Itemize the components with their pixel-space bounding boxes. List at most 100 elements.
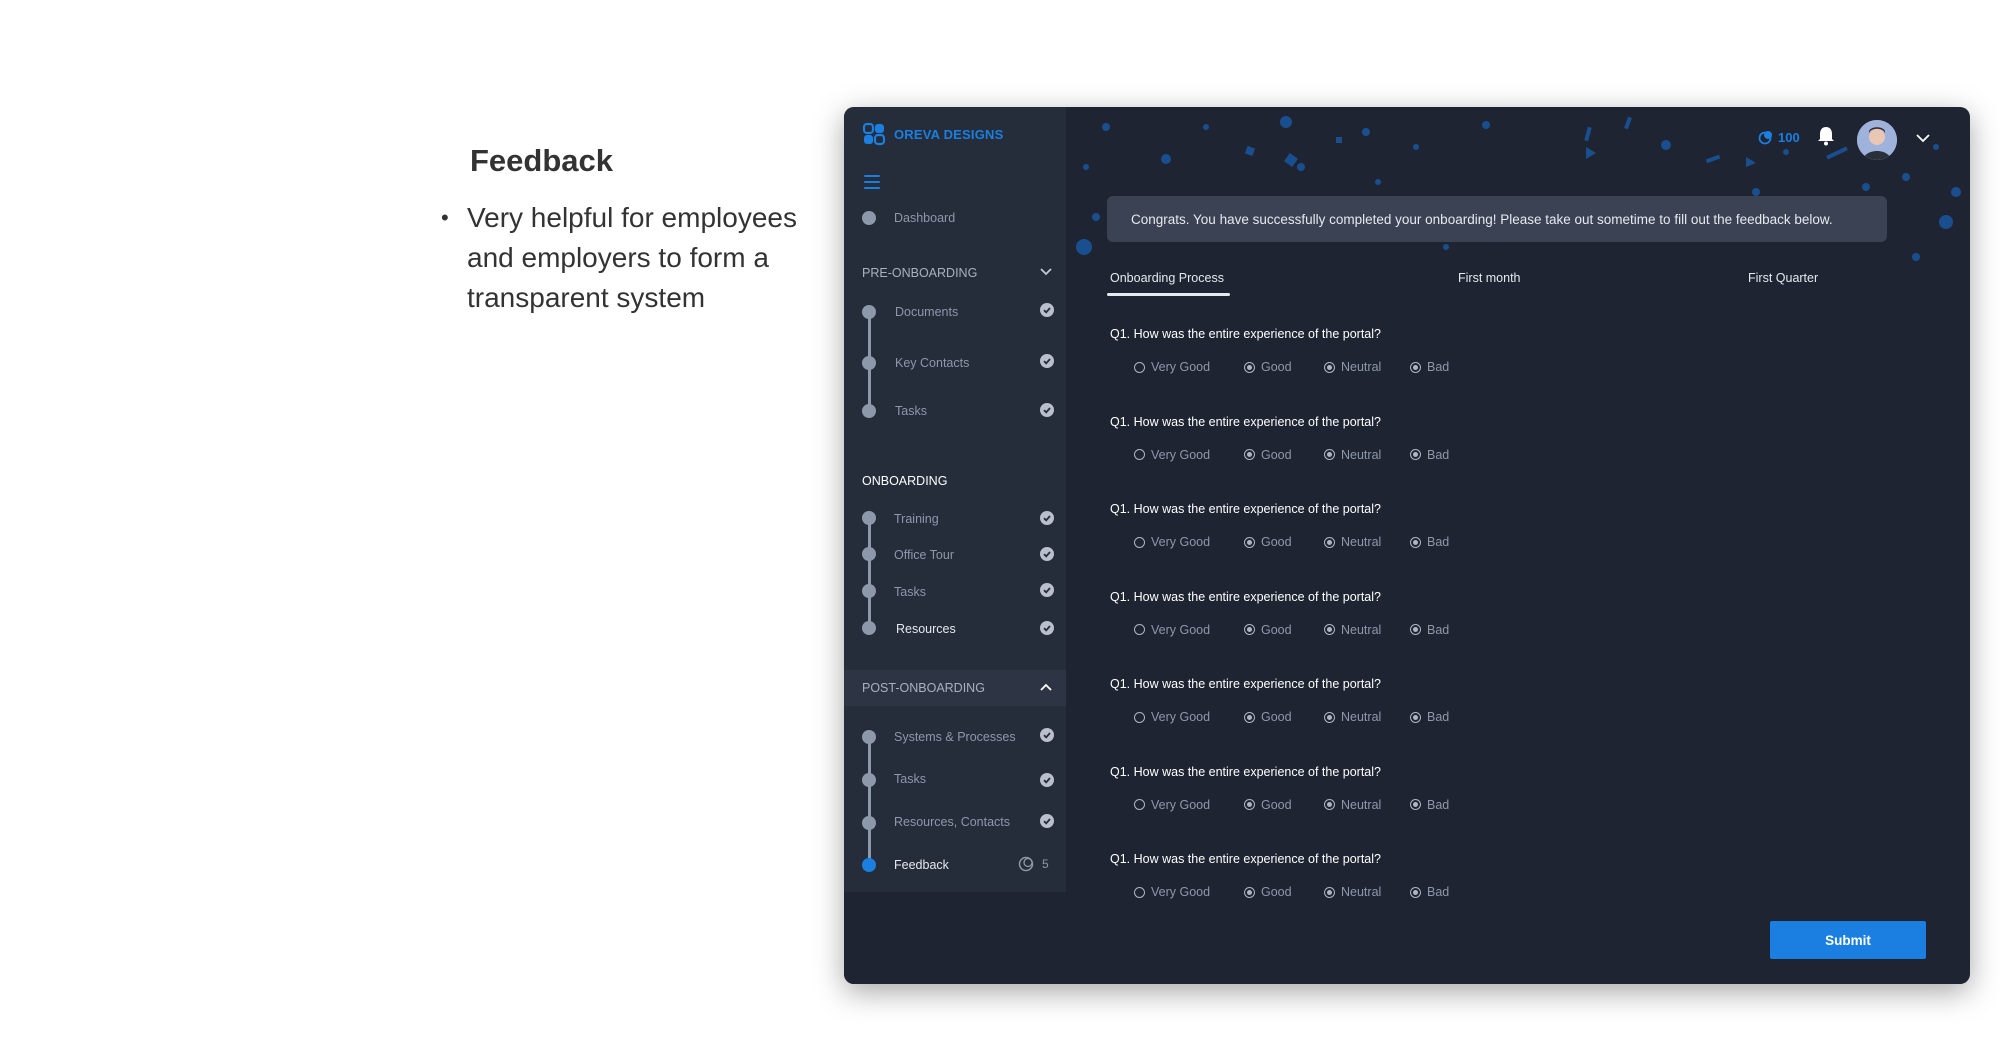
radio-button[interactable] (1324, 536, 1335, 548)
menu-icon[interactable] (864, 175, 880, 193)
radio-option[interactable]: Bad (1410, 360, 1449, 374)
radio-button[interactable] (1324, 361, 1335, 373)
radio-button[interactable] (1410, 449, 1421, 460)
radio-button[interactable] (1410, 886, 1421, 898)
coin-count: 100 (1778, 130, 1800, 145)
radio-option[interactable]: Good (1244, 710, 1292, 724)
radio-option[interactable]: Good (1244, 798, 1292, 812)
slide-bullet: • Very helpful for employees and employe… (441, 198, 821, 318)
timeline-dot (862, 621, 876, 635)
brand-logo[interactable]: OREVA DESIGNS (862, 122, 1004, 146)
section-post-onboarding[interactable]: POST-ONBOARDING (862, 681, 985, 695)
radio-button[interactable] (1244, 361, 1255, 373)
radio-button[interactable] (1134, 624, 1145, 635)
radio-label: Neutral (1341, 447, 1382, 462)
radio-option[interactable]: Very Good (1134, 360, 1210, 374)
sidebar-item-resources-contacts[interactable]: Resources, Contacts (894, 815, 1010, 829)
radio-button[interactable] (1244, 624, 1255, 635)
radio-button[interactable] (1410, 624, 1421, 635)
chevron-down-icon[interactable] (1040, 268, 1052, 276)
radio-button[interactable] (1410, 799, 1421, 810)
radio-button[interactable] (1410, 536, 1421, 548)
tab-onboarding-process[interactable]: Onboarding Process (1110, 271, 1224, 285)
radio-option[interactable]: Neutral (1324, 885, 1381, 899)
radio-label: Very Good (1151, 885, 1211, 899)
timeline-dot (862, 816, 876, 830)
radio-label: Good (1261, 885, 1292, 899)
submit-button[interactable]: Submit (1770, 921, 1926, 959)
radio-option[interactable]: Bad (1410, 535, 1449, 549)
avatar[interactable] (1857, 120, 1897, 160)
chevron-up-icon[interactable] (1040, 683, 1052, 691)
radio-button[interactable] (1134, 536, 1145, 548)
radio-button[interactable] (1324, 886, 1335, 898)
radio-option[interactable]: Very Good (1134, 448, 1210, 462)
radio-button[interactable] (1324, 711, 1335, 723)
sidebar-item-post-tasks[interactable]: Tasks (894, 772, 926, 786)
radio-option[interactable]: Neutral (1324, 448, 1381, 462)
radio-button[interactable] (1134, 886, 1145, 898)
radio-option[interactable]: Bad (1410, 623, 1449, 637)
radio-button[interactable] (1134, 711, 1145, 723)
sidebar-item-feedback[interactable]: Feedback (894, 858, 949, 872)
radio-option[interactable]: Bad (1410, 710, 1449, 724)
radio-button[interactable] (1244, 886, 1255, 898)
radio-button[interactable] (1244, 799, 1255, 810)
question-text: Q1. How was the entire experience of the… (1110, 327, 1381, 341)
radio-option[interactable]: Very Good (1134, 798, 1210, 812)
radio-option[interactable]: Neutral (1324, 623, 1381, 637)
radio-option[interactable]: Neutral (1324, 798, 1381, 812)
radio-button[interactable] (1244, 536, 1255, 548)
question-text: Q1. How was the entire experience of the… (1110, 677, 1381, 691)
radio-option[interactable]: Very Good (1134, 885, 1210, 899)
radio-label: Bad (1427, 885, 1450, 899)
radio-label: Neutral (1341, 535, 1382, 549)
radio-button[interactable] (1324, 449, 1335, 460)
sidebar-item-office-tour[interactable]: Office Tour (894, 548, 954, 562)
radio-button[interactable] (1134, 799, 1145, 810)
radio-label: Good (1261, 797, 1292, 812)
radio-option[interactable]: Neutral (1324, 535, 1381, 549)
tab-first-quarter[interactable]: First Quarter (1748, 271, 1818, 285)
radio-button[interactable] (1134, 361, 1145, 373)
radio-label: Good (1261, 622, 1292, 637)
radio-button[interactable] (1134, 449, 1145, 460)
sidebar-item-training[interactable]: Training (894, 512, 939, 526)
chevron-down-icon[interactable] (1916, 134, 1930, 143)
bell-icon[interactable] (1816, 125, 1836, 147)
coin-icon[interactable] (1758, 129, 1774, 145)
radio-option[interactable]: Very Good (1134, 535, 1210, 549)
sidebar-item-key-contacts[interactable]: Key Contacts (895, 356, 969, 370)
sidebar-item-dashboard[interactable]: Dashboard (894, 211, 955, 225)
radio-button[interactable] (1410, 361, 1421, 373)
check-icon (1040, 511, 1054, 525)
radio-option[interactable]: Good (1244, 623, 1292, 637)
radio-button[interactable] (1324, 624, 1335, 635)
radio-button[interactable] (1410, 711, 1421, 723)
radio-option[interactable]: Good (1244, 448, 1292, 462)
radio-option[interactable]: Very Good (1134, 623, 1210, 637)
radio-button[interactable] (1244, 711, 1255, 723)
sidebar-item-onboarding-tasks[interactable]: Tasks (894, 585, 926, 599)
radio-option[interactable]: Bad (1410, 448, 1449, 462)
tab-first-month[interactable]: First month (1458, 271, 1521, 285)
radio-option[interactable]: Good (1244, 360, 1292, 374)
radio-label: Good (1261, 710, 1292, 724)
sidebar-item-systems-processes[interactable]: Systems & Processes (894, 730, 1016, 744)
sidebar-item-pre-tasks[interactable]: Tasks (895, 404, 927, 418)
radio-option[interactable]: Neutral (1324, 360, 1381, 374)
sidebar-item-resources[interactable]: Resources (896, 622, 956, 636)
section-onboarding[interactable]: ONBOARDING (862, 474, 947, 488)
radio-option[interactable]: Good (1244, 885, 1292, 899)
bullet-text: Very helpful for employees and employers… (467, 202, 797, 313)
radio-button[interactable] (1324, 799, 1335, 810)
radio-option[interactable]: Very Good (1134, 710, 1210, 724)
radio-button[interactable] (1244, 449, 1255, 460)
sidebar-item-documents[interactable]: Documents (895, 305, 958, 319)
section-pre-onboarding[interactable]: PRE-ONBOARDING (862, 266, 977, 280)
radio-option[interactable]: Neutral (1324, 710, 1381, 724)
radio-label: Very Good (1151, 622, 1211, 637)
radio-option[interactable]: Bad (1410, 798, 1449, 812)
radio-option[interactable]: Good (1244, 535, 1292, 549)
radio-option[interactable]: Bad (1410, 885, 1449, 899)
